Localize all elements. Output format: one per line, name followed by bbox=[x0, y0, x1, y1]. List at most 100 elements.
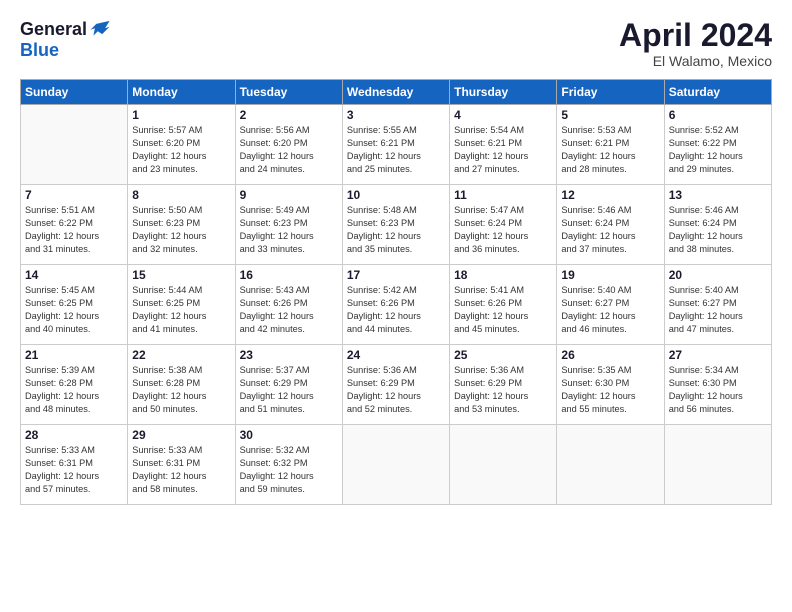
day-info: Sunrise: 5:52 AMSunset: 6:22 PMDaylight:… bbox=[669, 124, 767, 176]
calendar-cell bbox=[557, 425, 664, 505]
day-info: Sunrise: 5:50 AMSunset: 6:23 PMDaylight:… bbox=[132, 204, 230, 256]
day-number: 12 bbox=[561, 188, 659, 202]
day-info: Sunrise: 5:34 AMSunset: 6:30 PMDaylight:… bbox=[669, 364, 767, 416]
header-cell-sunday: Sunday bbox=[21, 80, 128, 105]
day-number: 5 bbox=[561, 108, 659, 122]
header-cell-monday: Monday bbox=[128, 80, 235, 105]
calendar-cell: 11 Sunrise: 5:47 AMSunset: 6:24 PMDayligh… bbox=[450, 185, 557, 265]
day-number: 18 bbox=[454, 268, 552, 282]
calendar-cell: 18 Sunrise: 5:41 AMSunset: 6:26 PMDayligh… bbox=[450, 265, 557, 345]
calendar-subtitle: El Walamo, Mexico bbox=[619, 53, 772, 69]
day-number: 26 bbox=[561, 348, 659, 362]
calendar-week-row: 28 Sunrise: 5:33 AMSunset: 6:31 PMDayligh… bbox=[21, 425, 772, 505]
day-info: Sunrise: 5:33 AMSunset: 6:31 PMDaylight:… bbox=[132, 444, 230, 496]
calendar-week-row: 21Sunrise: 5:39 AMSunset: 6:28 PMDayligh… bbox=[21, 345, 772, 425]
day-info: Sunrise: 5:54 AMSunset: 6:21 PMDaylight:… bbox=[454, 124, 552, 176]
logo-general-text: General bbox=[20, 19, 87, 40]
day-number: 19 bbox=[561, 268, 659, 282]
calendar-cell bbox=[664, 425, 771, 505]
day-info: Sunrise: 5:57 AMSunset: 6:20 PMDaylight:… bbox=[132, 124, 230, 176]
day-info: Sunrise: 5:47 AMSunset: 6:24 PMDaylight:… bbox=[454, 204, 552, 256]
day-number: 14 bbox=[25, 268, 123, 282]
day-number: 28 bbox=[25, 428, 123, 442]
calendar-cell: 14Sunrise: 5:45 AMSunset: 6:25 PMDayligh… bbox=[21, 265, 128, 345]
calendar-cell: 26 Sunrise: 5:35 AMSunset: 6:30 PMDayligh… bbox=[557, 345, 664, 425]
day-info: Sunrise: 5:41 AMSunset: 6:26 PMDaylight:… bbox=[454, 284, 552, 336]
day-number: 24 bbox=[347, 348, 445, 362]
day-info: Sunrise: 5:46 AMSunset: 6:24 PMDaylight:… bbox=[669, 204, 767, 256]
header-cell-friday: Friday bbox=[557, 80, 664, 105]
calendar-cell: 17 Sunrise: 5:42 AMSunset: 6:26 PMDayligh… bbox=[342, 265, 449, 345]
day-info: Sunrise: 5:36 AMSunset: 6:29 PMDaylight:… bbox=[347, 364, 445, 416]
calendar-cell: 7Sunrise: 5:51 AMSunset: 6:22 PMDaylight… bbox=[21, 185, 128, 265]
day-info: Sunrise: 5:55 AMSunset: 6:21 PMDaylight:… bbox=[347, 124, 445, 176]
header-cell-thursday: Thursday bbox=[450, 80, 557, 105]
day-number: 20 bbox=[669, 268, 767, 282]
day-number: 15 bbox=[132, 268, 230, 282]
day-number: 21 bbox=[25, 348, 123, 362]
header-cell-wednesday: Wednesday bbox=[342, 80, 449, 105]
calendar-cell bbox=[450, 425, 557, 505]
calendar-cell bbox=[21, 105, 128, 185]
calendar-title: April 2024 bbox=[619, 18, 772, 53]
day-number: 29 bbox=[132, 428, 230, 442]
calendar-header-row: SundayMondayTuesdayWednesdayThursdayFrid… bbox=[21, 80, 772, 105]
day-info: Sunrise: 5:35 AMSunset: 6:30 PMDaylight:… bbox=[561, 364, 659, 416]
calendar-table: SundayMondayTuesdayWednesdayThursdayFrid… bbox=[20, 79, 772, 505]
header-cell-tuesday: Tuesday bbox=[235, 80, 342, 105]
calendar-cell: 15 Sunrise: 5:44 AMSunset: 6:25 PMDayligh… bbox=[128, 265, 235, 345]
day-number: 11 bbox=[454, 188, 552, 202]
calendar-cell bbox=[342, 425, 449, 505]
day-number: 10 bbox=[347, 188, 445, 202]
day-info: Sunrise: 5:42 AMSunset: 6:26 PMDaylight:… bbox=[347, 284, 445, 336]
calendar-cell: 2 Sunrise: 5:56 AMSunset: 6:20 PMDaylight… bbox=[235, 105, 342, 185]
calendar-cell: 25Sunrise: 5:36 AMSunset: 6:29 PMDayligh… bbox=[450, 345, 557, 425]
day-number: 27 bbox=[669, 348, 767, 362]
day-info: Sunrise: 5:33 AMSunset: 6:31 PMDaylight:… bbox=[25, 444, 123, 496]
logo: General Blue bbox=[20, 18, 111, 61]
day-info: Sunrise: 5:51 AMSunset: 6:22 PMDaylight:… bbox=[25, 204, 123, 256]
day-number: 9 bbox=[240, 188, 338, 202]
calendar-cell: 12 Sunrise: 5:46 AMSunset: 6:24 PMDayligh… bbox=[557, 185, 664, 265]
title-section: April 2024 El Walamo, Mexico bbox=[619, 18, 772, 69]
calendar-cell: 28 Sunrise: 5:33 AMSunset: 6:31 PMDayligh… bbox=[21, 425, 128, 505]
calendar-cell: 23 Sunrise: 5:37 AMSunset: 6:29 PMDayligh… bbox=[235, 345, 342, 425]
day-info: Sunrise: 5:53 AMSunset: 6:21 PMDaylight:… bbox=[561, 124, 659, 176]
calendar-cell: 19Sunrise: 5:40 AMSunset: 6:27 PMDayligh… bbox=[557, 265, 664, 345]
header: General Blue April 2024 El Walamo, Mexic… bbox=[20, 18, 772, 69]
calendar-cell: 29 Sunrise: 5:33 AMSunset: 6:31 PMDayligh… bbox=[128, 425, 235, 505]
calendar-cell: 16 Sunrise: 5:43 AMSunset: 6:26 PMDayligh… bbox=[235, 265, 342, 345]
calendar-cell: 20Sunrise: 5:40 AMSunset: 6:27 PMDayligh… bbox=[664, 265, 771, 345]
day-info: Sunrise: 5:48 AMSunset: 6:23 PMDaylight:… bbox=[347, 204, 445, 256]
day-number: 1 bbox=[132, 108, 230, 122]
day-info: Sunrise: 5:56 AMSunset: 6:20 PMDaylight:… bbox=[240, 124, 338, 176]
calendar-cell: 4Sunrise: 5:54 AMSunset: 6:21 PMDaylight… bbox=[450, 105, 557, 185]
day-number: 8 bbox=[132, 188, 230, 202]
day-number: 13 bbox=[669, 188, 767, 202]
calendar-cell: 1 Sunrise: 5:57 AMSunset: 6:20 PMDaylight… bbox=[128, 105, 235, 185]
day-number: 23 bbox=[240, 348, 338, 362]
calendar-cell: 27 Sunrise: 5:34 AMSunset: 6:30 PMDayligh… bbox=[664, 345, 771, 425]
calendar-cell: 5 Sunrise: 5:53 AMSunset: 6:21 PMDaylight… bbox=[557, 105, 664, 185]
calendar-cell: 9Sunrise: 5:49 AMSunset: 6:23 PMDaylight… bbox=[235, 185, 342, 265]
day-info: Sunrise: 5:44 AMSunset: 6:25 PMDaylight:… bbox=[132, 284, 230, 336]
day-number: 17 bbox=[347, 268, 445, 282]
day-number: 3 bbox=[347, 108, 445, 122]
day-number: 30 bbox=[240, 428, 338, 442]
day-info: Sunrise: 5:36 AMSunset: 6:29 PMDaylight:… bbox=[454, 364, 552, 416]
day-info: Sunrise: 5:46 AMSunset: 6:24 PMDaylight:… bbox=[561, 204, 659, 256]
day-number: 6 bbox=[669, 108, 767, 122]
calendar-week-row: 7Sunrise: 5:51 AMSunset: 6:22 PMDaylight… bbox=[21, 185, 772, 265]
logo-bird-icon bbox=[89, 18, 111, 40]
day-info: Sunrise: 5:38 AMSunset: 6:28 PMDaylight:… bbox=[132, 364, 230, 416]
page: General Blue April 2024 El Walamo, Mexic… bbox=[0, 0, 792, 612]
day-info: Sunrise: 5:37 AMSunset: 6:29 PMDaylight:… bbox=[240, 364, 338, 416]
calendar-week-row: 1 Sunrise: 5:57 AMSunset: 6:20 PMDaylight… bbox=[21, 105, 772, 185]
logo-blue-text: Blue bbox=[20, 40, 59, 61]
day-number: 16 bbox=[240, 268, 338, 282]
calendar-week-row: 14Sunrise: 5:45 AMSunset: 6:25 PMDayligh… bbox=[21, 265, 772, 345]
day-number: 2 bbox=[240, 108, 338, 122]
calendar-cell: 6 Sunrise: 5:52 AMSunset: 6:22 PMDaylight… bbox=[664, 105, 771, 185]
day-info: Sunrise: 5:43 AMSunset: 6:26 PMDaylight:… bbox=[240, 284, 338, 336]
calendar-cell: 21Sunrise: 5:39 AMSunset: 6:28 PMDayligh… bbox=[21, 345, 128, 425]
